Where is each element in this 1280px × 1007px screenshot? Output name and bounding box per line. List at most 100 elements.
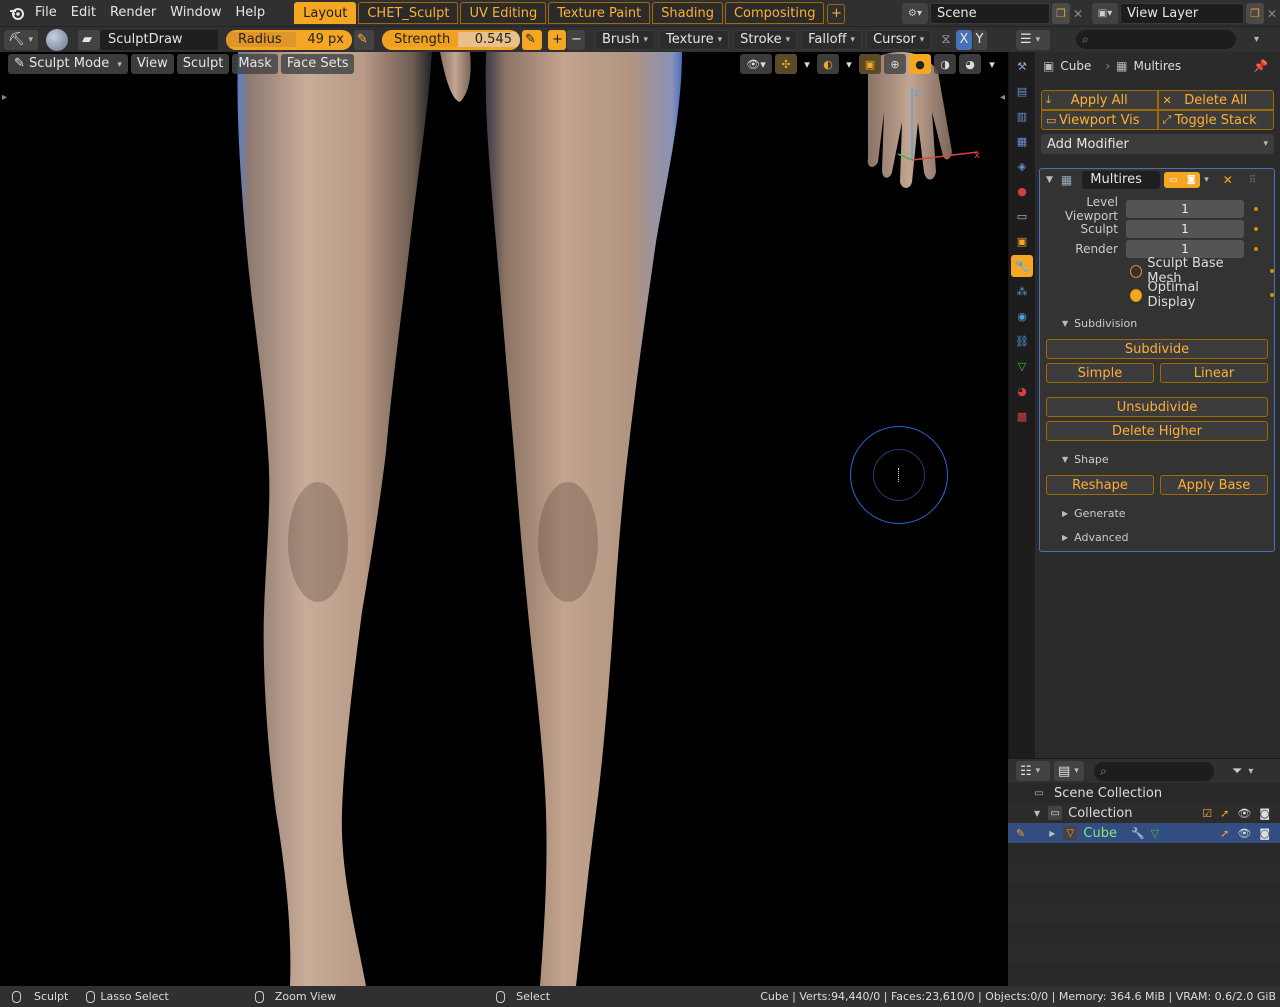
mode-dropdown[interactable]: ✎ Sculpt Mode ▾ [8, 54, 128, 74]
brush-datablock-icon[interactable]: ▰ [78, 29, 100, 50]
sculpt-mode-icon[interactable]: ✎ [1016, 827, 1025, 840]
keyframe-dot-icon[interactable] [1254, 227, 1258, 231]
advanced-subpanel-header[interactable]: ▶ Advanced [1040, 525, 1274, 549]
reshape-button[interactable]: Reshape [1046, 475, 1154, 495]
menu-edit[interactable]: Edit [64, 2, 103, 24]
face-sets-menu[interactable]: Face Sets [280, 54, 355, 74]
tab-uv-editing[interactable]: UV Editing [460, 2, 547, 24]
scene-collection-row[interactable]: ▭ Scene Collection [1008, 783, 1280, 803]
blender-logo-icon[interactable] [6, 2, 28, 24]
texture-menu[interactable]: Texture ▾ [659, 29, 730, 50]
subtract-direction-button[interactable]: − [567, 29, 585, 50]
symmetry-icon[interactable]: ⧖ [941, 32, 950, 47]
selectable-icon[interactable]: ➚ [1220, 827, 1229, 840]
view-layer-field[interactable]: View Layer [1120, 3, 1244, 24]
modifier-tab-icon[interactable]: 🔧 [1011, 255, 1033, 277]
stroke-menu[interactable]: Stroke ▾ [733, 29, 798, 50]
cube-object-row[interactable]: ✎ ▶ ▽ Cube 🔧 ▽ ➚ 👁 ◙ [1008, 823, 1280, 843]
menu-render[interactable]: Render [103, 2, 163, 24]
falloff-menu[interactable]: Falloff ▾ [801, 29, 863, 50]
chevron-down-icon[interactable]: ▾ [1204, 175, 1209, 185]
show-in-viewport-icon[interactable]: ▭ [1164, 172, 1183, 188]
output-tab-icon[interactable]: ▥ [1011, 105, 1033, 127]
toolbar-expand-icon[interactable]: ▸ [2, 92, 7, 103]
add-modifier-dropdown[interactable]: Add Modifier ▾ [1041, 134, 1274, 154]
add-workspace-button[interactable]: + [827, 3, 846, 24]
unsubdivide-button[interactable]: Unsubdivide [1046, 397, 1268, 417]
tab-compositing[interactable]: Compositing [724, 2, 825, 24]
sculpt-base-mesh-checkbox[interactable] [1130, 264, 1143, 278]
collapse-icon[interactable]: ▼ [1046, 175, 1053, 185]
chevron-down-icon[interactable]: ▾ [984, 54, 1000, 74]
view-menu[interactable]: View [130, 54, 174, 74]
render-tab-icon[interactable]: ▤ [1011, 80, 1033, 102]
show-in-render-icon[interactable]: ◙ [1182, 172, 1201, 188]
material-shading-icon[interactable]: ◑ [934, 54, 956, 74]
chevron-down-icon[interactable]: ▾ [800, 54, 814, 74]
radius-pressure-icon[interactable]: ✎ [354, 29, 374, 50]
strength-slider[interactable]: Strength 0.545 [382, 29, 520, 50]
keyframe-dot-icon[interactable] [1254, 207, 1258, 211]
brush-menu[interactable]: Brush ▾ [595, 29, 656, 50]
texture-tab-icon[interactable]: ▩ [1011, 405, 1033, 427]
cursor-menu[interactable]: Cursor ▾ [866, 29, 932, 50]
generate-subpanel-header[interactable]: ▶ Generate [1040, 501, 1274, 525]
keyframe-dot-icon[interactable] [1270, 293, 1274, 297]
world-tab-icon[interactable]: ● [1011, 180, 1033, 202]
exclude-checkbox-icon[interactable]: ☑ [1202, 807, 1212, 820]
visibility-eye-icon[interactable]: 👁 [1237, 807, 1251, 820]
modifier-name-field[interactable]: Multires [1082, 171, 1161, 189]
mesh-data-icon[interactable]: ▽ [1151, 827, 1159, 840]
sidebar-expand-icon[interactable]: ◂ [1000, 92, 1005, 103]
modifier-wrench-icon[interactable]: 🔧 [1131, 827, 1145, 840]
solid-shading-icon[interactable]: ● [909, 54, 931, 74]
viewport-vis-button[interactable]: ▭ Viewport Vis [1041, 110, 1158, 130]
object-data-tab-icon[interactable]: ▽ [1011, 355, 1033, 377]
xray-toggle-icon[interactable]: ▣ [859, 54, 881, 74]
new-scene-icon[interactable]: ❐ [1052, 3, 1070, 24]
delete-scene-icon[interactable]: ✕ [1070, 3, 1086, 24]
shape-subpanel-header[interactable]: ▼ Shape [1040, 447, 1274, 471]
properties-editor-type-dropdown[interactable]: ☰ ▾ [1016, 29, 1050, 50]
outliner-search-input[interactable]: ⌕ [1094, 761, 1214, 781]
keyframe-dot-icon[interactable] [1270, 269, 1275, 273]
level-viewport-field[interactable]: 1 [1126, 200, 1244, 218]
delete-view-layer-icon[interactable]: ✕ [1264, 3, 1280, 24]
collection-tab-icon[interactable]: ▭ [1011, 205, 1033, 227]
view-layer-tab-icon[interactable]: ▦ [1011, 130, 1033, 152]
new-view-layer-icon[interactable]: ❐ [1246, 3, 1264, 24]
delete-all-button[interactable]: ✕ Delete All [1157, 90, 1274, 110]
apply-all-button[interactable]: ⤓ Apply All [1041, 90, 1158, 110]
tab-chet-sculpt[interactable]: CHET_Sculpt [358, 2, 459, 24]
radius-slider[interactable]: Radius 49 px [226, 29, 352, 50]
selectable-icon[interactable]: ➚ [1220, 807, 1229, 820]
sculpt-level-field[interactable]: 1 [1126, 220, 1244, 238]
physics-tab-icon[interactable]: ◉ [1011, 305, 1033, 327]
filter-icon[interactable]: ⏷ [1232, 764, 1242, 779]
material-tab-icon[interactable]: ◕ [1011, 380, 1033, 402]
scene-name-field[interactable]: Scene [930, 3, 1050, 24]
subdivide-button[interactable]: Subdivide [1046, 339, 1268, 359]
visibility-eye-icon[interactable]: 👁 [1237, 827, 1251, 840]
view-layer-type-dropdown[interactable]: ▣▾ [1092, 3, 1118, 24]
scene-tab-icon[interactable]: ◈ [1011, 155, 1033, 177]
menu-help[interactable]: Help [229, 2, 273, 24]
gizmo-toggle-icon[interactable]: ✣ [775, 54, 797, 74]
expanded-icon[interactable]: ▼ [1034, 809, 1040, 818]
close-icon[interactable]: ✕ [1223, 173, 1233, 187]
render-camera-icon[interactable]: ◙ [1259, 807, 1270, 820]
mirror-x-button[interactable]: X [956, 29, 973, 50]
apply-base-button[interactable]: Apply Base [1160, 475, 1268, 495]
add-direction-button[interactable]: + [548, 29, 566, 50]
brush-preview-icon[interactable] [46, 28, 68, 51]
particles-tab-icon[interactable]: ⁂ [1011, 280, 1033, 302]
chevron-down-icon[interactable]: ▾ [1248, 766, 1253, 777]
visibility-icon[interactable]: 👁▾ [740, 54, 772, 74]
chevron-down-icon[interactable]: ▾ [842, 54, 856, 74]
pin-icon[interactable]: 📌 [1253, 59, 1268, 73]
properties-search-input[interactable]: ⌕ [1076, 30, 1236, 49]
object-tab-icon[interactable]: ▣ [1011, 230, 1033, 252]
tool-tab-icon[interactable]: ⚒ [1011, 55, 1033, 77]
mirror-y-button[interactable]: Y [973, 29, 988, 50]
strength-pressure-icon[interactable]: ✎ [522, 29, 542, 50]
